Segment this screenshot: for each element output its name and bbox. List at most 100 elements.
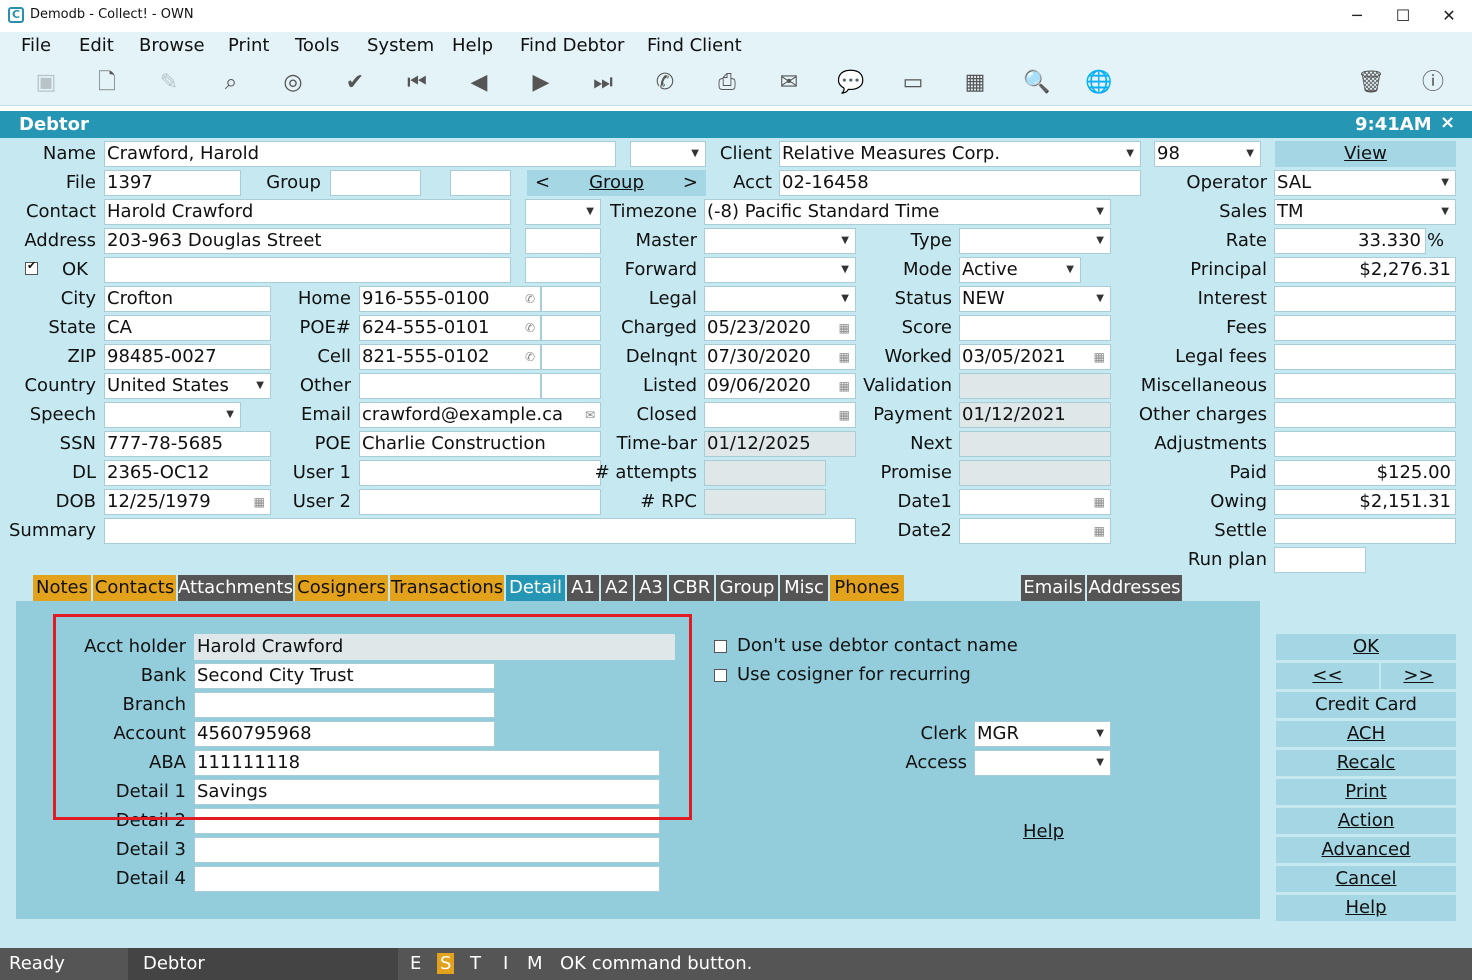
contact-type-select[interactable]: ▼ (525, 199, 601, 225)
calendar-icon[interactable]: ▦ (1094, 519, 1105, 543)
address-field[interactable]: 203-963 Douglas Street (104, 228, 511, 254)
find-record-icon[interactable]: ⌕ (216, 68, 246, 98)
tab-phones[interactable]: Phones (830, 575, 904, 601)
city-field[interactable]: Crofton (104, 286, 271, 312)
group-prev-button[interactable]: < (535, 170, 550, 196)
new-record-icon[interactable]: 🗋 (92, 68, 122, 98)
cancel-button[interactable]: Cancel (1276, 866, 1456, 892)
phone-icon[interactable]: ✆ (525, 345, 535, 369)
envelope-icon[interactable]: ✉ (585, 403, 595, 427)
calendar-add-icon[interactable]: ▦ (960, 68, 990, 98)
detail3-field[interactable] (194, 837, 660, 863)
timezone-select[interactable]: (-8) Pacific Standard Time ▼ (704, 199, 1111, 225)
name-field[interactable]: Crawford, Harold (104, 141, 616, 167)
legal-select[interactable]: ▼ (704, 286, 856, 312)
tab-detail[interactable]: Detail (506, 575, 565, 601)
menu-system[interactable]: System (367, 35, 434, 56)
home-phone-field[interactable]: 916-555-0100 ✆ (359, 286, 541, 312)
acct-field[interactable]: 02-16458 (779, 170, 1141, 196)
help-button[interactable]: Help (1276, 895, 1456, 921)
dob-field[interactable]: 12/25/1979 ▦ (104, 489, 271, 515)
tab-misc[interactable]: Misc (780, 575, 828, 601)
email-icon[interactable]: ✉ (774, 68, 804, 98)
date1-field[interactable]: ▦ (959, 489, 1111, 515)
tab-notes[interactable]: Notes (33, 575, 91, 601)
legal-fees-field[interactable] (1274, 344, 1456, 370)
settle-field[interactable] (1274, 518, 1456, 544)
email-field[interactable]: crawford@example.ca ✉ (359, 402, 601, 428)
calendar-icon[interactable]: ▦ (1094, 345, 1105, 369)
calendar-icon[interactable]: ▦ (839, 403, 850, 427)
calendar-icon[interactable]: ▦ (1094, 490, 1105, 514)
search-icon[interactable]: 🔍 (1022, 68, 1052, 98)
previous-button[interactable]: << (1276, 663, 1379, 689)
menu-edit[interactable]: Edit (79, 35, 114, 56)
date2-field[interactable]: ▦ (959, 518, 1111, 544)
phone-icon[interactable]: ✆ (650, 68, 680, 98)
client-number-select[interactable]: 98 ▼ (1154, 141, 1261, 167)
poe-ext-field[interactable] (541, 315, 601, 341)
menu-help[interactable]: Help (452, 35, 493, 56)
closed-field[interactable]: ▦ (704, 402, 856, 428)
tab-attachments[interactable]: Attachments (178, 575, 293, 601)
listed-field[interactable]: 09/06/2020 ▦ (704, 373, 856, 399)
other-ext-field[interactable] (541, 373, 601, 399)
sales-select[interactable]: TM ▼ (1274, 199, 1456, 225)
form-close-icon[interactable]: × (1440, 112, 1455, 133)
group-field[interactable] (330, 170, 421, 196)
country-select[interactable]: United States ▼ (104, 373, 271, 399)
delnqnt-field[interactable]: 07/30/2020 ▦ (704, 344, 856, 370)
phone-icon[interactable]: ✆ (525, 316, 535, 340)
tab-transactions[interactable]: Transactions (390, 575, 504, 601)
fees-field[interactable] (1274, 315, 1456, 341)
menu-tools[interactable]: Tools (295, 35, 339, 56)
summary-field[interactable] (104, 518, 856, 544)
detail4-field[interactable] (194, 866, 660, 892)
ssn-field[interactable]: 777-78-5685 (104, 431, 271, 457)
menu-browse[interactable]: Browse (139, 35, 205, 56)
edit-record-icon[interactable]: ✎ (154, 68, 184, 98)
home-ext-field[interactable] (541, 286, 601, 312)
group-field-2[interactable] (450, 170, 511, 196)
other-charges-field[interactable] (1274, 402, 1456, 428)
clerk-select[interactable]: MGR ▼ (974, 721, 1111, 747)
chat-icon[interactable]: 💬 (836, 68, 866, 98)
group-next-button[interactable]: > (683, 170, 698, 196)
tab-cosigners[interactable]: Cosigners (295, 575, 388, 601)
score-field[interactable] (959, 315, 1111, 341)
client-select[interactable]: Relative Measures Corp. ▼ (779, 141, 1141, 167)
adjustments-field[interactable] (1274, 431, 1456, 457)
address-line2-field[interactable] (104, 257, 511, 283)
menu-print[interactable]: Print (228, 35, 269, 56)
first-record-icon[interactable]: ⏮ (402, 68, 432, 98)
cell-phone-field[interactable]: 821-555-0102 ✆ (359, 344, 541, 370)
printer-icon[interactable]: ⎙ (712, 68, 742, 98)
trash-icon[interactable]: 🗑 (1356, 68, 1386, 98)
poe-phone-field[interactable]: 624-555-0101 ✆ (359, 315, 541, 341)
maximize-button[interactable]: ☐ (1380, 0, 1426, 32)
cell-ext-field[interactable] (541, 344, 601, 370)
other-phone-field[interactable] (359, 373, 541, 399)
menu-file[interactable]: File (21, 35, 51, 56)
globe-icon[interactable]: 🌐 (1084, 68, 1114, 98)
name-type-select[interactable]: ▼ (630, 141, 706, 167)
poe-field[interactable]: Charlie Construction (359, 431, 601, 457)
charged-field[interactable]: 05/23/2020 ▦ (704, 315, 856, 341)
menu-find-debtor[interactable]: Find Debtor (520, 35, 624, 56)
file-field[interactable]: 1397 (104, 170, 241, 196)
status-select[interactable]: NEW ▼ (959, 286, 1111, 312)
address-extra-field[interactable] (525, 228, 601, 254)
menu-find-client[interactable]: Find Client (647, 35, 742, 56)
group-button[interactable]: < Group > (527, 170, 706, 196)
zip-field[interactable]: 98485-0027 (104, 344, 271, 370)
paid-field[interactable]: $125.00 (1274, 460, 1456, 486)
tab-cbr[interactable]: CBR (669, 575, 714, 601)
tab-contacts[interactable]: Contacts (93, 575, 176, 601)
view-button[interactable]: View (1275, 141, 1456, 167)
close-window-button[interactable]: ✕ (1426, 0, 1472, 32)
worked-field[interactable]: 03/05/2021 ▦ (959, 344, 1111, 370)
dl-field[interactable]: 2365-OC12 (104, 460, 271, 486)
tab-a1[interactable]: A1 (567, 575, 599, 601)
owing-field[interactable]: $2,151.31 (1274, 489, 1456, 515)
state-field[interactable]: CA (104, 315, 271, 341)
